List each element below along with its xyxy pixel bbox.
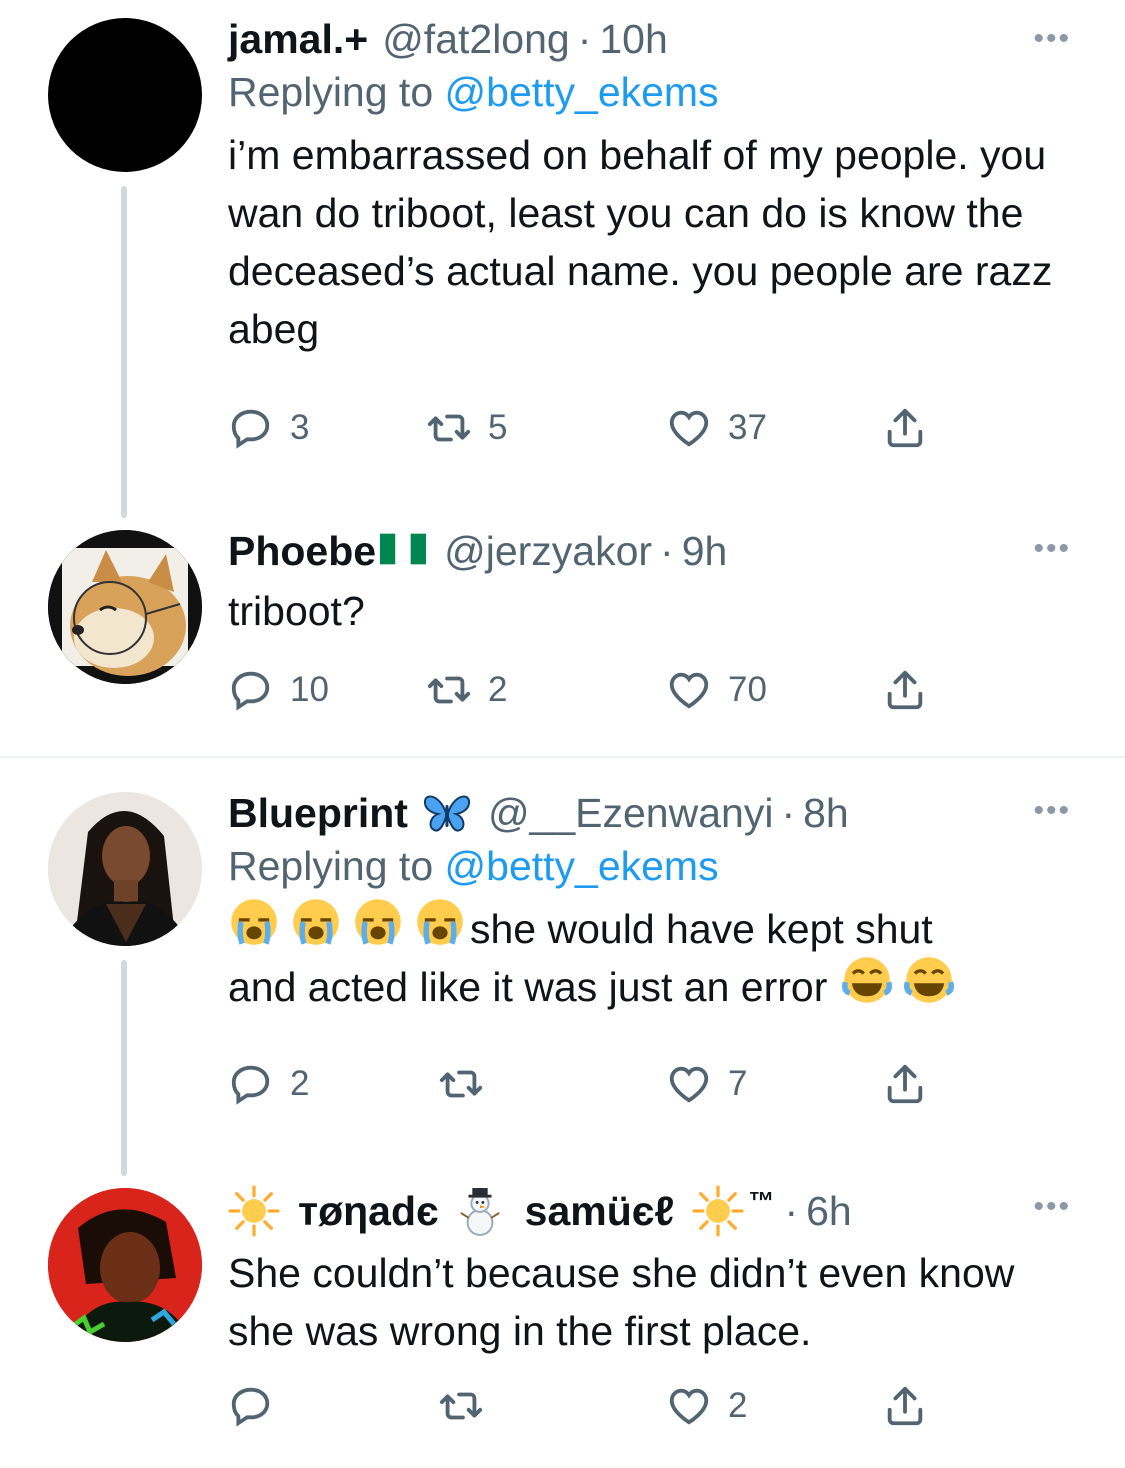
sun-icon [228,1185,280,1237]
tweet-actions: 3 5 37 [228,398,948,458]
tweet-text-line1: she would have kept shut [470,906,933,952]
dog-avatar-image [48,530,202,684]
crying-emoji-icon [290,896,342,963]
snowman-icon [459,1188,500,1236]
display-name[interactable]: Phoebe [228,526,376,576]
like-button[interactable]: 37 [666,398,767,458]
person-avatar-image [48,792,202,946]
heart-icon [669,1066,709,1103]
laughing-emoji-icon [903,954,955,1021]
reply-icon [231,1387,270,1427]
tweet-header: Phoebe @jerzyakor · 9h [228,526,1085,576]
display-name-part2[interactable]: samüєℓ [525,1186,675,1236]
thread-line [121,186,127,518]
share-button[interactable] [882,1376,928,1436]
replying-to-prefix: Replying to [228,843,445,889]
tweet-text: i’m embarrassed on behalf of my people. … [228,132,1053,352]
tweet-actions: 2 [228,1376,948,1436]
like-button[interactable]: 7 [666,1054,747,1114]
tweet-header: тøηadє samüєℓ ™ · 6h [228,1184,1085,1238]
person-avatar-image [48,1188,202,1342]
like-button[interactable]: 2 [666,1376,747,1436]
replying-to-handle[interactable]: @betty_ekems [445,69,719,115]
handle[interactable]: @fat2long [382,14,570,64]
retweet-button[interactable]: 5 [426,398,507,458]
share-icon [887,1064,923,1104]
tweet-actions: 2 7 [228,1054,948,1114]
tweet-text-line2: and acted like it was just an error [228,964,828,1010]
crying-emoji-icon [414,896,466,963]
heart-icon [669,1388,709,1425]
like-count: 2 [728,1386,748,1425]
separator-dot: · [660,528,674,574]
avatar[interactable] [48,530,202,684]
display-name-part1[interactable]: тøηadє [298,1186,439,1236]
replying-to: Replying to @betty_ekems [228,838,1085,894]
separator-dot: · [577,16,592,62]
like-count: 37 [728,408,767,447]
replying-to-handle[interactable]: @betty_ekems [445,843,719,889]
reply-button[interactable]: 10 [228,660,329,720]
avatar[interactable] [48,1188,202,1342]
retweet-icon [427,414,471,442]
share-icon [887,408,923,448]
retweet-button[interactable] [438,1376,500,1436]
heart-icon [669,672,709,709]
reply-icon [231,409,270,449]
retweet-icon [439,1070,483,1098]
timestamp[interactable]: 10h [599,14,667,64]
like-count: 70 [728,670,767,709]
retweet-button[interactable] [438,1054,500,1114]
crying-emoji-icon [352,896,404,963]
reply-count: 3 [290,408,310,447]
reply-icon [231,1065,270,1105]
like-count: 7 [728,1064,748,1103]
tweet-header: Blueprint @__Ezenwanyi · 8h [228,788,1085,838]
display-name[interactable]: Blueprint [228,788,408,838]
replying-to-prefix: Replying to [228,69,445,115]
display-name[interactable]: jamal.+ [228,14,368,64]
nigeria-flag-icon [380,533,427,565]
heart-icon [669,410,709,447]
like-button[interactable]: 70 [666,660,767,720]
sun-icon [693,1185,744,1237]
reply-button[interactable]: 2 [228,1054,309,1114]
handle[interactable]: @__Ezenwanyi [488,788,774,838]
reply-count: 10 [290,670,329,709]
tweet-text: she would have kept shut and acted like … [228,898,1085,1016]
reply-button[interactable]: 3 [228,398,309,458]
share-button[interactable] [882,398,928,458]
share-button[interactable] [882,1054,928,1114]
thread-divider [0,756,1125,758]
retweet-button[interactable]: 2 [426,660,507,720]
share-icon [887,1386,923,1426]
thread-line [121,960,127,1176]
butterfly-icon [423,795,470,832]
reply-count: 2 [290,1064,310,1103]
avatar[interactable] [48,18,202,172]
tweet-actions: 10 2 70 [228,660,948,720]
retweet-icon [439,1392,483,1420]
separator-dot: · [781,790,796,836]
replying-to: Replying to @betty_ekems [228,64,1085,120]
avatar[interactable] [48,792,202,946]
share-button[interactable] [882,660,928,720]
crying-emoji-icon [228,896,280,963]
separator-dot: · [784,1188,799,1234]
tweet-header: jamal.+ @fat2long · 10h [228,14,1085,64]
tweet-text: She couldn’t because she didn’t even kno… [228,1250,1015,1354]
reply-button[interactable] [228,1376,290,1436]
retweet-icon [427,676,471,704]
laughing-emoji-icon [841,954,893,1021]
trademark-symbol: ™ [748,1186,775,1216]
tweet-text: triboot? [228,588,365,634]
handle[interactable]: @jerzyakor [444,526,652,576]
timestamp[interactable]: 6h [806,1186,852,1236]
retweet-count: 2 [488,670,508,709]
reply-icon [231,671,270,711]
share-icon [887,670,923,710]
timestamp[interactable]: 9h [682,526,728,576]
timestamp[interactable]: 8h [803,788,849,838]
retweet-count: 5 [488,408,508,447]
